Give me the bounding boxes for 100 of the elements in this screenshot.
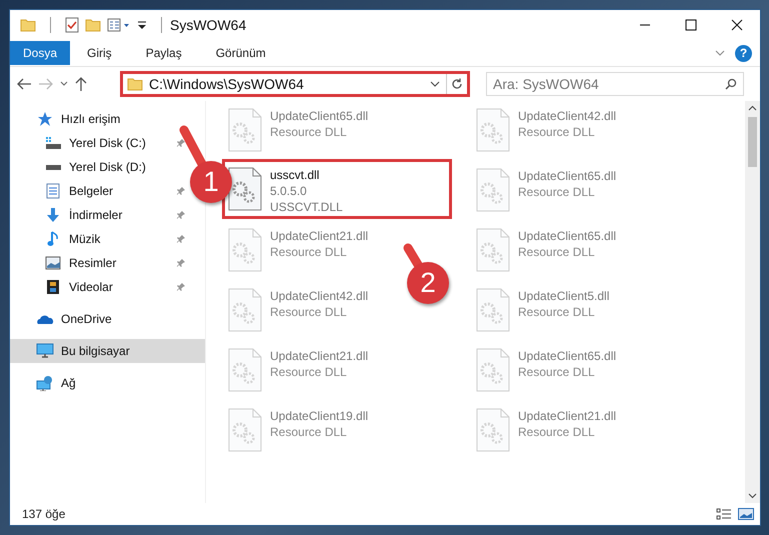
up-button[interactable] (74, 76, 88, 92)
drive-icon (45, 136, 61, 150)
folder-icon (20, 18, 36, 32)
picture-icon (45, 256, 61, 270)
file-detail: Resource DLL (270, 364, 348, 380)
folder-icon (127, 77, 143, 91)
file-name: UpdateClient21.dll (518, 408, 616, 424)
computer-icon (36, 343, 54, 359)
nav-item[interactable]: Bu bilgisayar (10, 339, 205, 363)
file-item[interactable]: UpdateClient19.dll Resource DLL (224, 405, 372, 455)
file-detail: Resource DLL (518, 124, 596, 140)
file-item[interactable]: UpdateClient42.dll Resource DLL (224, 285, 372, 335)
dll-file-icon (228, 288, 262, 332)
file-detail: USSCVT.DLL (270, 199, 343, 215)
pin-icon[interactable] (176, 258, 186, 268)
dll-file-icon (228, 228, 262, 272)
file-detail: Resource DLL (518, 184, 596, 200)
window-title: SysWOW64 (170, 17, 246, 33)
file-item[interactable]: UpdateClient21.dll Resource DLL (224, 345, 372, 395)
address-path: C:\Windows\SysWOW64 (149, 76, 305, 92)
ribbon-tab[interactable]: Dosya (10, 41, 70, 65)
music-note-icon (47, 231, 59, 247)
file-detail: Resource DLL (518, 424, 596, 440)
dropdown-icon[interactable] (430, 81, 440, 87)
file-item[interactable]: UpdateClient65.dll Resource DLL (472, 165, 620, 215)
dll-file-icon (228, 167, 262, 211)
file-name: usscvt.dll (270, 167, 320, 183)
file-item[interactable]: UpdateClient21.dll Resource DLL (224, 225, 372, 275)
file-item[interactable]: UpdateClient5.dll Resource DLL (472, 285, 614, 335)
search-field[interactable]: Ara: SysWOW64 (486, 72, 744, 96)
dll-file-icon (476, 288, 510, 332)
file-item[interactable]: UpdateClient65.dll Resource DLL (472, 225, 620, 275)
dll-file-icon (228, 108, 262, 152)
file-name: UpdateClient19.dll (270, 408, 368, 424)
search-placeholder: Ara: SysWOW64 (493, 76, 599, 92)
file-item[interactable]: UpdateClient21.dll Resource DLL (472, 405, 620, 455)
customize-toolbar-icon[interactable] (137, 19, 147, 31)
film-icon (46, 279, 60, 295)
star-icon (37, 111, 53, 127)
file-detail: Resource DLL (518, 244, 596, 260)
ribbon-tab[interactable]: Paylaş (128, 41, 199, 65)
file-item[interactable]: UpdateClient65.dll Resource DLL (224, 105, 372, 155)
dll-file-icon (228, 348, 262, 392)
properties-icon[interactable] (65, 17, 79, 33)
file-name: UpdateClient65.dll (518, 168, 616, 184)
document-icon (46, 183, 60, 199)
file-detail: Resource DLL (270, 424, 348, 440)
file-name: UpdateClient42.dll (270, 288, 368, 304)
file-name: UpdateClient21.dll (270, 228, 368, 244)
nav-item[interactable]: İndirmeler (10, 203, 128, 227)
nav-item[interactable]: Yerel Disk (C:) (10, 131, 152, 155)
file-detail: Resource DLL (270, 244, 348, 260)
recent-locations-button[interactable] (60, 81, 68, 87)
refresh-icon[interactable] (451, 78, 463, 90)
file-name: UpdateClient42.dll (518, 108, 616, 124)
nav-item[interactable]: Resimler (10, 251, 122, 275)
pin-icon[interactable] (176, 210, 186, 220)
file-item[interactable]: UpdateClient42.dll Resource DLL (472, 105, 620, 155)
ribbon-tab[interactable]: Görünüm (198, 41, 283, 65)
pin-icon[interactable] (176, 138, 186, 148)
nav-item[interactable]: Belgeler (10, 179, 120, 203)
address-field[interactable]: C:\Windows\SysWOW64 (120, 71, 470, 97)
nav-item[interactable]: OneDrive (10, 307, 118, 331)
dll-file-icon (476, 408, 510, 452)
download-arrow-icon (45, 207, 61, 223)
file-detail: 5.0.5.0 (270, 183, 308, 199)
file-detail: Resource DLL (518, 364, 596, 380)
file-item[interactable]: UpdateClient65.dll Resource DLL (472, 345, 620, 395)
file-name: UpdateClient65.dll (518, 348, 616, 364)
file-name: UpdateClient21.dll (270, 348, 368, 364)
search-icon (725, 78, 737, 90)
pin-icon[interactable] (176, 234, 186, 244)
nav-item[interactable]: Müzik (10, 227, 106, 251)
file-detail: Resource DLL (270, 304, 348, 320)
dll-file-icon (476, 168, 510, 212)
details-view-icon[interactable] (716, 508, 732, 520)
new-folder-icon (85, 18, 101, 32)
file-name: UpdateClient65.dll (270, 108, 368, 124)
nav-item[interactable]: Ağ (10, 371, 82, 395)
file-detail: Resource DLL (270, 124, 348, 140)
scrollbar-thumb[interactable] (748, 117, 757, 167)
nav-item[interactable]: Hızlı erişim (10, 107, 126, 131)
file-name: UpdateClient65.dll (518, 228, 616, 244)
nav-item[interactable]: Videolar (10, 275, 119, 299)
cloud-icon (36, 313, 54, 325)
view-options-icon[interactable] (107, 18, 131, 32)
ribbon-tab[interactable]: Giriş (70, 41, 129, 65)
item-count: 137 öğe (22, 507, 66, 521)
dll-file-icon (476, 348, 510, 392)
help-button[interactable]: ? (735, 44, 752, 62)
dll-file-icon (228, 408, 262, 452)
back-button[interactable] (16, 77, 32, 91)
dll-file-icon (476, 228, 510, 272)
large-icons-view-icon[interactable] (738, 508, 754, 520)
pin-icon[interactable] (176, 282, 186, 292)
pin-icon[interactable] (176, 186, 186, 196)
nav-item[interactable]: Yerel Disk (D:) (10, 155, 152, 179)
expand-ribbon-icon[interactable] (715, 50, 725, 56)
file-name: UpdateClient5.dll (518, 288, 610, 304)
drive-icon (45, 164, 61, 170)
